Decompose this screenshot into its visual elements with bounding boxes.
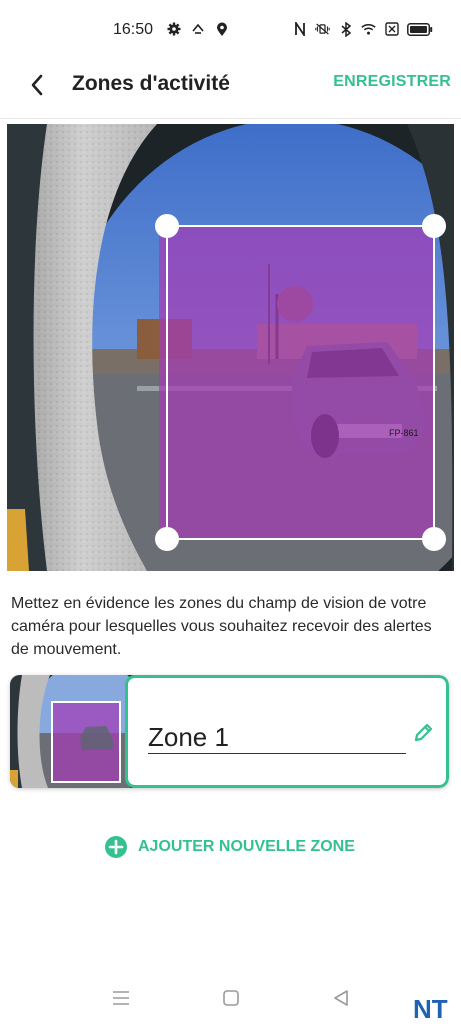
rotate-icon xyxy=(190,20,205,38)
battery-icon xyxy=(407,20,433,38)
zone-handle-bottom-left[interactable] xyxy=(155,527,179,551)
chevron-left-icon xyxy=(31,74,43,96)
status-time: 16:50 xyxy=(113,21,154,38)
nav-home-button[interactable] xyxy=(216,983,246,1013)
back-button[interactable] xyxy=(22,70,52,100)
plus-circle-icon xyxy=(105,836,127,858)
zone-name-input[interactable] xyxy=(148,721,406,754)
page-title: Zones d'activité xyxy=(72,72,230,95)
zone-handle-top-right[interactable] xyxy=(422,214,446,238)
status-icons-right xyxy=(292,20,433,38)
edit-zone-button[interactable] xyxy=(410,720,436,746)
watermark-logo: NT xyxy=(413,996,448,1022)
license-plate-text: FP-861 xyxy=(389,428,419,438)
zone-handle-top-left[interactable] xyxy=(155,214,179,238)
zone-card-body xyxy=(125,675,449,788)
instructions-text: Mettez en évidence les zones du champ de… xyxy=(11,595,432,658)
camera-preview[interactable]: FP-861 xyxy=(7,124,454,571)
status-icons-left xyxy=(166,20,229,38)
gear-icon xyxy=(166,20,181,38)
system-nav-bar: NT xyxy=(0,975,461,1024)
add-zone-button[interactable]: AJOUTER NOUVELLE ZONE xyxy=(104,833,355,861)
location-icon xyxy=(214,20,229,38)
zone-overlay[interactable] xyxy=(159,226,434,539)
add-zone-label: AJOUTER NOUVELLE ZONE xyxy=(138,838,355,855)
zone-handle-bottom-right[interactable] xyxy=(422,527,446,551)
vibrate-icon xyxy=(315,20,330,38)
home-icon xyxy=(223,990,239,1006)
pencil-icon xyxy=(414,723,433,742)
bluetooth-icon xyxy=(338,20,353,38)
battery-saver-icon xyxy=(384,20,399,38)
status-bar: 16:50 xyxy=(0,0,461,58)
nfc-icon xyxy=(292,20,307,38)
zone-thumbnail[interactable] xyxy=(10,675,135,788)
zone-card[interactable] xyxy=(10,675,449,788)
nav-menu-button[interactable] xyxy=(106,983,136,1013)
wifi-icon xyxy=(361,20,376,38)
menu-icon xyxy=(113,991,129,1005)
nav-back-button[interactable] xyxy=(326,983,356,1013)
svg-text:NT: NT xyxy=(413,996,448,1022)
save-button[interactable]: ENREGISTRER xyxy=(333,73,451,91)
app-header: Zones d'activité ENREGISTRER xyxy=(0,58,461,119)
back-icon xyxy=(334,990,348,1006)
